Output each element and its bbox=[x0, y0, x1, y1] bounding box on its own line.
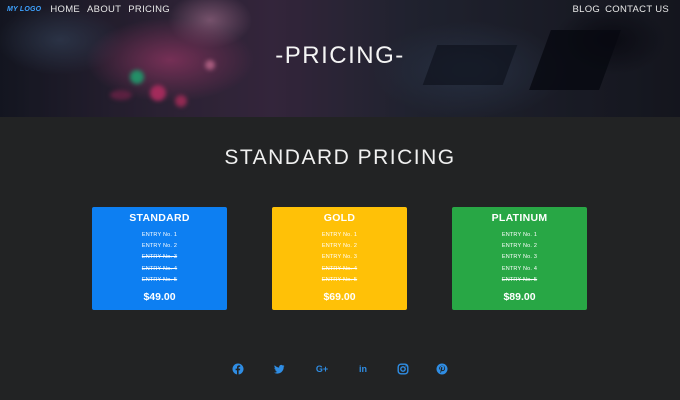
plan-entries: ENTRY No. 1 ENTRY No. 2 ENTRY No. 3 ENTRY N… bbox=[92, 230, 227, 286]
plan-name: STANDARD bbox=[129, 212, 190, 224]
plan-entry-excluded: ENTRY No. 4 bbox=[321, 265, 358, 272]
plan-name: GOLD bbox=[323, 212, 356, 224]
plan-entry-excluded: ENTRY No. 5 bbox=[501, 276, 538, 283]
plan-entry-excluded: ENTRY No. 4 bbox=[141, 265, 178, 272]
pricing-card-platinum[interactable]: PLATINUM ENTRY No. 1 ENTRY No. 2 ENTRY No. … bbox=[452, 207, 587, 310]
linkedin-icon[interactable]: in bbox=[356, 362, 370, 376]
nav-link-contact[interactable]: CONTACT US bbox=[605, 4, 669, 15]
hero-banner: MY LOGO HOME ABOUT PRICING BLOG CONTACT … bbox=[0, 0, 680, 117]
plan-entry-included: ENTRY No. 2 bbox=[501, 243, 538, 250]
twitter-icon[interactable] bbox=[272, 362, 286, 376]
nav-link-about[interactable]: ABOUT bbox=[87, 4, 121, 15]
plan-entry-included: ENTRY No. 2 bbox=[321, 243, 358, 250]
facebook-icon[interactable] bbox=[231, 362, 245, 376]
plan-price: $49.00 bbox=[143, 290, 176, 303]
plan-price: $89.00 bbox=[503, 290, 536, 303]
plan-entries: ENTRY No. 1 ENTRY No. 2 ENTRY No. 3 ENTRY N… bbox=[272, 230, 407, 286]
social-links: G+ in bbox=[0, 362, 680, 376]
plan-price: $69.00 bbox=[323, 290, 356, 303]
pricing-card-standard[interactable]: STANDARD ENTRY No. 1 ENTRY No. 2 ENTRY No. … bbox=[92, 207, 227, 310]
nav-link-pricing[interactable]: PRICING bbox=[128, 4, 170, 15]
hero-title: -PRICING- bbox=[275, 42, 405, 69]
logo[interactable]: MY LOGO bbox=[7, 6, 41, 13]
plan-entry-included: ENTRY No. 2 bbox=[141, 243, 178, 250]
instagram-icon[interactable] bbox=[396, 362, 410, 376]
plan-entry-included: ENTRY No. 1 bbox=[501, 232, 538, 238]
google-plus-icon[interactable]: G+ bbox=[313, 362, 331, 376]
plan-entry-excluded: ENTRY No. 5 bbox=[321, 276, 358, 283]
pinterest-icon[interactable] bbox=[435, 362, 449, 376]
plan-entries: ENTRY No. 1 ENTRY No. 2 ENTRY No. 3 ENTRY N… bbox=[452, 230, 587, 286]
plan-entry-included: ENTRY No. 3 bbox=[321, 254, 358, 261]
plan-entry-excluded: ENTRY No. 3 bbox=[141, 254, 178, 261]
plan-entry-excluded: ENTRY No. 5 bbox=[141, 276, 178, 283]
section-title: STANDARD PRICING bbox=[224, 146, 456, 169]
nav-link-blog[interactable]: BLOG bbox=[573, 4, 601, 15]
nav-link-home[interactable]: HOME bbox=[50, 4, 80, 15]
plan-entry-included: ENTRY No. 4 bbox=[501, 265, 538, 272]
top-nav: MY LOGO HOME ABOUT PRICING BLOG CONTACT … bbox=[7, 3, 669, 15]
plan-entry-included: ENTRY No. 1 bbox=[141, 232, 178, 238]
nav-right: BLOG CONTACT US bbox=[568, 4, 669, 15]
plan-name: PLATINUM bbox=[491, 212, 548, 224]
plan-entry-included: ENTRY No. 3 bbox=[501, 254, 538, 261]
plan-entry-included: ENTRY No. 1 bbox=[321, 232, 358, 238]
pricing-card-gold[interactable]: GOLD ENTRY No. 1 ENTRY No. 2 ENTRY No. 3 ENT… bbox=[272, 207, 407, 310]
